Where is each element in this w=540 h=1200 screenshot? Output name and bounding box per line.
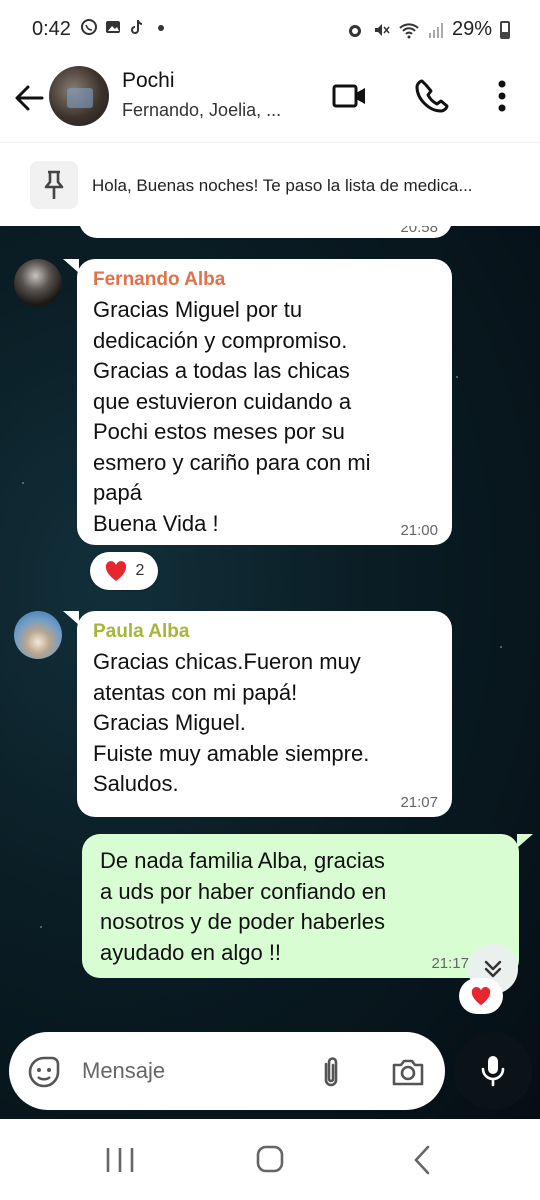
recents-icon[interactable] bbox=[100, 1143, 140, 1177]
message-bubble-partial[interactable]: 20:58 bbox=[79, 226, 452, 238]
message-bubble-fernando[interactable]: Fernando Alba Gracias Miguel por tu dedi… bbox=[77, 259, 452, 545]
video-call-icon[interactable] bbox=[330, 76, 370, 116]
group-avatar[interactable] bbox=[49, 66, 109, 126]
message-text: Gracias chicas.Fueron muy atentas con mi… bbox=[93, 649, 370, 796]
avatar-paula[interactable] bbox=[14, 611, 62, 659]
sender-name[interactable]: Paula Alba bbox=[93, 621, 436, 643]
tiktok-notification-icon bbox=[131, 19, 143, 34]
sticker-icon[interactable] bbox=[26, 1054, 62, 1090]
notification-icons bbox=[80, 18, 170, 36]
message-time: 20:58 bbox=[400, 226, 438, 236]
status-bar: 0:42 29% bbox=[0, 0, 540, 58]
heart-icon bbox=[471, 986, 491, 1006]
home-icon[interactable] bbox=[250, 1143, 290, 1177]
message-bubble-paula[interactable]: Paula Alba Gracias chicas.Fueron muy ate… bbox=[77, 611, 452, 817]
signal-icon bbox=[428, 22, 443, 38]
whatsapp-notification-icon bbox=[81, 19, 97, 35]
pinned-message-bar[interactable]: Hola, Buenas noches! Te paso la lista de… bbox=[0, 142, 540, 226]
more-options-icon[interactable] bbox=[482, 76, 522, 116]
reaction-count: 2 bbox=[135, 562, 145, 579]
battery-icon bbox=[500, 20, 510, 39]
back-nav-icon[interactable] bbox=[402, 1143, 442, 1177]
mute-icon bbox=[374, 23, 390, 36]
group-members[interactable]: Fernando, Joelia, ... bbox=[122, 100, 312, 121]
more-notifications-icon bbox=[158, 25, 164, 31]
pinned-message-text: Hola, Buenas noches! Te paso la lista de… bbox=[92, 176, 473, 195]
reaction-badge[interactable]: 2 bbox=[90, 552, 158, 590]
pin-icon bbox=[44, 170, 64, 199]
avatar-fernando[interactable] bbox=[14, 259, 62, 307]
status-right: 29% bbox=[346, 18, 510, 41]
microphone-icon bbox=[481, 1056, 505, 1087]
sender-name[interactable]: Fernando Alba bbox=[93, 269, 436, 291]
message-input[interactable]: Mensaje bbox=[82, 1058, 165, 1084]
voice-call-icon[interactable] bbox=[412, 76, 452, 116]
camera-icon[interactable] bbox=[390, 1054, 426, 1090]
alarm-icon bbox=[348, 24, 361, 37]
message-input-bar[interactable]: Mensaje bbox=[9, 1032, 445, 1110]
wifi-icon bbox=[399, 22, 419, 38]
back-arrow-icon[interactable] bbox=[12, 78, 46, 118]
battery-percent: 29% bbox=[451, 18, 492, 40]
heart-icon bbox=[105, 561, 126, 581]
bubble-tail bbox=[63, 611, 79, 625]
system-nav-bar bbox=[0, 1119, 540, 1200]
voice-message-button[interactable] bbox=[454, 1032, 532, 1110]
message-text: Gracias Miguel por tu dedicación y compr… bbox=[93, 297, 371, 536]
bubble-tail bbox=[63, 259, 79, 273]
message-time: 21:07 bbox=[400, 794, 438, 811]
message-bubble-outgoing[interactable]: De nada familia Alba, gracias a uds por … bbox=[82, 834, 519, 978]
message-text: De nada familia Alba, gracias a uds por … bbox=[100, 848, 387, 965]
reaction-shortcut[interactable] bbox=[459, 978, 503, 1014]
bubble-tail bbox=[517, 834, 533, 848]
chat-area[interactable]: 20:58 Fernando Alba Gracias Miguel por t… bbox=[0, 226, 540, 1119]
chat-header: Pochi Fernando, Joelia, ... bbox=[0, 58, 540, 142]
message-time: 21:17 bbox=[431, 955, 469, 972]
attach-icon[interactable] bbox=[317, 1054, 345, 1090]
group-title[interactable]: Pochi bbox=[122, 69, 175, 93]
pin-icon-box bbox=[30, 161, 78, 209]
status-time: 0:42 bbox=[32, 18, 71, 40]
message-time: 21:00 bbox=[400, 522, 438, 539]
gallery-notification-icon bbox=[106, 21, 120, 33]
